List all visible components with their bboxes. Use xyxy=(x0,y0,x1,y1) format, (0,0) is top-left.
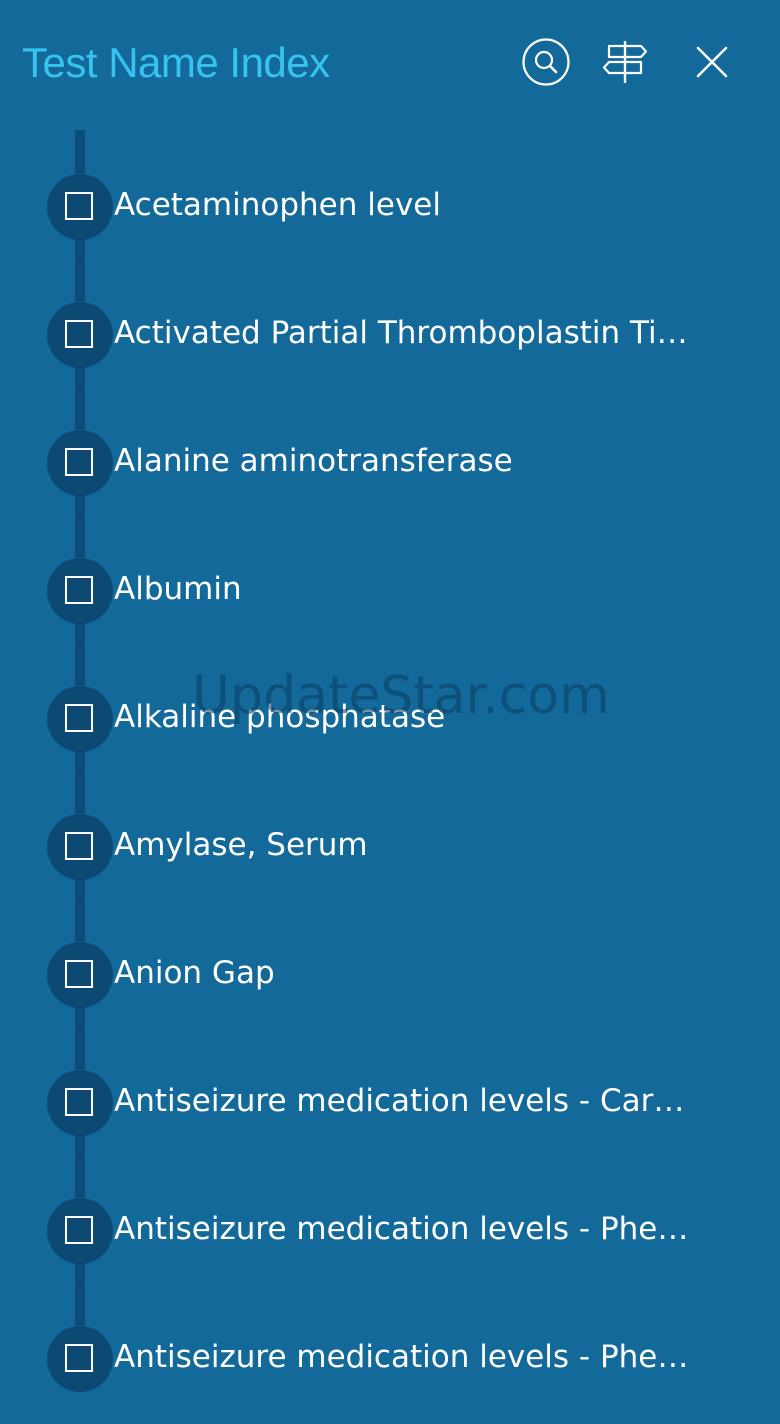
test-label: Antiseizure medication levels - Phen… xyxy=(114,1339,704,1375)
test-label: Alanine aminotransferase xyxy=(114,443,513,479)
test-label: Activated Partial Thromboplastin Ti… xyxy=(114,315,688,351)
test-checkbox[interactable] xyxy=(65,320,93,348)
test-item[interactable]: Antiseizure medication levels - Carb… xyxy=(0,1040,780,1168)
test-item[interactable]: Albumin xyxy=(0,528,780,656)
test-checkbox[interactable] xyxy=(65,960,93,988)
signpost-icon xyxy=(602,41,648,83)
close-button[interactable] xyxy=(684,34,740,90)
test-label: Anion Gap xyxy=(114,955,275,991)
test-checkbox[interactable] xyxy=(65,576,93,604)
test-checkbox[interactable] xyxy=(65,832,93,860)
test-label: Alkaline phosphatase xyxy=(114,699,446,735)
page-title: Test Name Index xyxy=(22,39,330,86)
test-list: Acetaminophen level Activated Partial Th… xyxy=(0,144,780,1424)
test-label: Antiseizure medication levels - Phen… xyxy=(114,1211,704,1247)
test-item[interactable]: Amylase, Serum xyxy=(0,784,780,912)
test-checkbox[interactable] xyxy=(65,704,93,732)
test-label: Antiseizure medication levels - Carb… xyxy=(114,1083,704,1119)
test-item[interactable]: Alanine aminotransferase xyxy=(0,400,780,528)
test-checkbox[interactable] xyxy=(65,192,93,220)
app-header: Test Name Index xyxy=(0,0,780,120)
test-label: Amylase, Serum xyxy=(114,827,368,863)
test-label: Acetaminophen level xyxy=(114,187,441,223)
test-checkbox[interactable] xyxy=(65,1344,93,1372)
search-button[interactable] xyxy=(518,34,574,90)
test-item[interactable]: Antiseizure medication levels - Phen… xyxy=(0,1168,780,1296)
search-icon xyxy=(522,38,570,86)
test-label: Albumin xyxy=(114,571,242,607)
test-checkbox[interactable] xyxy=(65,1088,93,1116)
test-checkbox[interactable] xyxy=(65,448,93,476)
test-item[interactable]: Antiseizure medication levels - Phen… xyxy=(0,1296,780,1424)
directions-button[interactable] xyxy=(597,34,653,90)
test-item[interactable]: Activated Partial Thromboplastin Ti… xyxy=(0,272,780,400)
test-checkbox[interactable] xyxy=(65,1216,93,1244)
test-item[interactable]: Alkaline phosphatase xyxy=(0,656,780,784)
test-item[interactable]: Acetaminophen level xyxy=(0,144,780,272)
test-item[interactable]: Anion Gap xyxy=(0,912,780,1040)
close-icon xyxy=(696,46,728,78)
